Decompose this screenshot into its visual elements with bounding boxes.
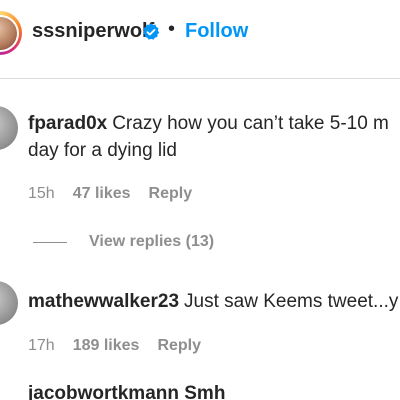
comment-avatar[interactable] bbox=[0, 106, 18, 150]
view-replies-line bbox=[33, 241, 67, 243]
comment-username-partial[interactable]: jacobwortkmann Smh bbox=[28, 383, 225, 400]
comment-time: 17h bbox=[28, 337, 55, 354]
verified-badge-icon bbox=[143, 23, 160, 40]
comment-text: fparad0x Crazy how you can’t take 5-10 m bbox=[28, 110, 400, 137]
comment-username[interactable]: fparad0x bbox=[28, 113, 107, 134]
comment-likes[interactable]: 47 likes bbox=[73, 185, 131, 203]
avatar-image bbox=[0, 16, 17, 50]
comment-time: 15h bbox=[28, 185, 55, 202]
comment-likes[interactable]: 189 likes bbox=[73, 337, 140, 355]
comment-username[interactable]: mathewwalker23 bbox=[28, 291, 179, 312]
comment-avatar[interactable] bbox=[0, 281, 18, 325]
profile-avatar[interactable] bbox=[0, 11, 22, 55]
comments-page: sssniperwolf • Follow fparad0x Crazy how … bbox=[0, 0, 400, 400]
comment-body: Just saw Keems tweet...y bbox=[184, 291, 399, 312]
reply-button[interactable]: Reply bbox=[157, 337, 201, 355]
follow-button[interactable]: Follow bbox=[185, 20, 248, 43]
post-header: sssniperwolf • Follow bbox=[0, 0, 400, 70]
view-replies-label: View replies (13) bbox=[89, 233, 215, 250]
comment-body-continued: day for a dying lid bbox=[28, 140, 177, 161]
header-username[interactable]: sssniperwolf bbox=[32, 20, 154, 43]
comment-text: mathewwalker23 Just saw Keems tweet...y bbox=[28, 288, 400, 315]
separator-dot: • bbox=[168, 18, 176, 40]
view-replies-button[interactable]: View replies (13) bbox=[33, 233, 214, 251]
comment-meta: 15h 47 likes Reply bbox=[28, 185, 192, 203]
header-divider bbox=[0, 78, 400, 79]
reply-button[interactable]: Reply bbox=[149, 185, 193, 203]
avatar-ring-inner bbox=[0, 14, 19, 52]
comment-body: Crazy how you can’t take 5-10 m bbox=[112, 113, 389, 134]
comment-meta: 17h 189 likes Reply bbox=[28, 337, 201, 355]
